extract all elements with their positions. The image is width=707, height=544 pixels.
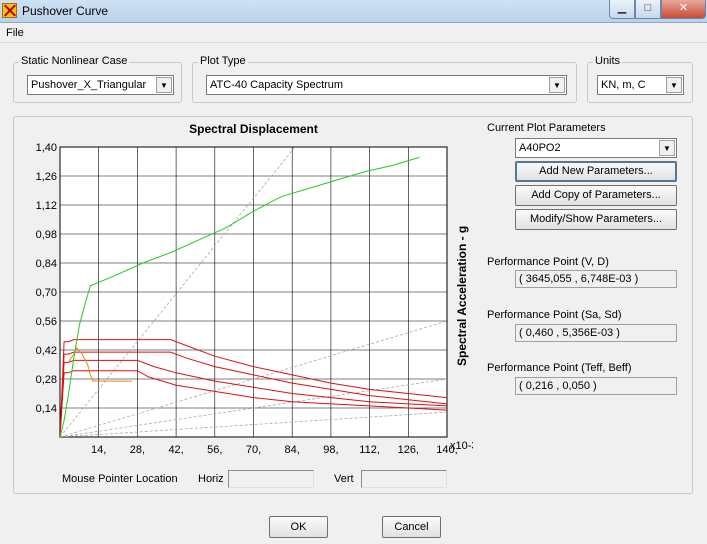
chevron-down-icon[interactable]: ▼ bbox=[156, 77, 172, 93]
y-axis-title: Spectral Acceleration - g bbox=[455, 225, 469, 366]
x-tick-label: 98, bbox=[323, 444, 338, 456]
static-case-dropdown[interactable]: Pushover_X_Triangular ▼ bbox=[27, 75, 174, 95]
maximize-button[interactable]: □ bbox=[635, 0, 661, 19]
horiz-label: Horiz bbox=[198, 473, 224, 485]
perf-sasd-value: ( 0,460 , 5,356E-03 ) bbox=[515, 324, 677, 342]
plot-type-value: ATC-40 Capacity Spectrum bbox=[210, 79, 344, 91]
units-dropdown[interactable]: KN, m, C ▼ bbox=[597, 75, 684, 95]
mouse-pointer-label: Mouse Pointer Location bbox=[62, 473, 178, 485]
menu-file[interactable]: File bbox=[6, 27, 24, 39]
y-tick-label: 1,26 bbox=[36, 171, 57, 183]
plot-type-label: Plot Type bbox=[198, 55, 248, 67]
perf-tb-label: Performance Point (Teff, Beff) bbox=[487, 362, 632, 374]
y-tick-label: 0,28 bbox=[36, 374, 57, 386]
y-tick-label: 0,56 bbox=[36, 316, 57, 328]
perf-tb-value: ( 0,216 , 0,050 ) bbox=[515, 377, 677, 395]
cancel-button[interactable]: Cancel bbox=[382, 516, 441, 538]
y-tick-label: 0,70 bbox=[36, 287, 57, 299]
y-tick-label: 0,14 bbox=[36, 403, 57, 415]
units-value: KN, m, C bbox=[601, 79, 646, 91]
x-tick-label: 126, bbox=[398, 444, 419, 456]
x-tick-label: 84, bbox=[285, 444, 300, 456]
close-button[interactable]: ✕ bbox=[661, 0, 706, 19]
x-tick-label: 42, bbox=[168, 444, 183, 456]
y-tick-label: 0,84 bbox=[36, 258, 57, 270]
menu-bar: File bbox=[0, 24, 707, 43]
vert-field bbox=[361, 470, 447, 488]
chevron-down-icon[interactable]: ▼ bbox=[659, 140, 675, 156]
modify-parameters-button[interactable]: Modify/Show Parameters... bbox=[515, 209, 677, 230]
ok-button[interactable]: OK bbox=[269, 516, 328, 538]
horiz-field bbox=[228, 470, 314, 488]
static-case-value: Pushover_X_Triangular bbox=[31, 79, 147, 91]
y-tick-label: 0,98 bbox=[36, 229, 57, 241]
perf-vd-value: ( 3645,055 , 6,748E-03 ) bbox=[515, 270, 677, 288]
minimize-button[interactable]: ▁ bbox=[609, 0, 635, 19]
plot-type-dropdown[interactable]: ATC-40 Capacity Spectrum ▼ bbox=[206, 75, 567, 95]
chart-title: Spectral Displacement bbox=[189, 122, 318, 136]
add-new-parameters-button[interactable]: Add New Parameters... bbox=[515, 161, 677, 182]
perf-vd-label: Performance Point (V, D) bbox=[487, 256, 609, 268]
chevron-down-icon[interactable]: ▼ bbox=[666, 77, 682, 93]
params-dropdown[interactable]: A40PO2 ▼ bbox=[515, 138, 677, 158]
x-exponent-label: x10-3 bbox=[450, 440, 473, 452]
perf-sasd-label: Performance Point (Sa, Sd) bbox=[487, 309, 622, 321]
chevron-down-icon[interactable]: ▼ bbox=[549, 77, 565, 93]
x-tick-label: 56, bbox=[207, 444, 222, 456]
add-copy-parameters-button[interactable]: Add Copy of Parameters... bbox=[515, 185, 677, 206]
pushover-chart[interactable]: 14, 28, 42, 56, 70, 84, 98, 112, 126, 140,0,140,2… bbox=[23, 122, 473, 462]
y-tick-label: 0,42 bbox=[36, 345, 57, 357]
x-tick-label: 70, bbox=[246, 444, 261, 456]
static-case-label: Static Nonlinear Case bbox=[19, 55, 130, 67]
app-icon bbox=[2, 3, 17, 18]
window-title: Pushover Curve bbox=[22, 4, 109, 18]
y-tick-label: 1,40 bbox=[36, 142, 57, 154]
title-bar: Pushover Curve ▁ □ ✕ bbox=[0, 0, 707, 23]
units-label: Units bbox=[593, 55, 623, 67]
params-label: Current Plot Parameters bbox=[487, 122, 606, 134]
vert-label: Vert bbox=[334, 473, 354, 485]
x-tick-label: 28, bbox=[130, 444, 145, 456]
x-tick-label: 112, bbox=[359, 444, 380, 456]
params-value: A40PO2 bbox=[519, 142, 561, 154]
y-tick-label: 1,12 bbox=[36, 200, 57, 212]
x-tick-label: 14, bbox=[91, 444, 106, 456]
